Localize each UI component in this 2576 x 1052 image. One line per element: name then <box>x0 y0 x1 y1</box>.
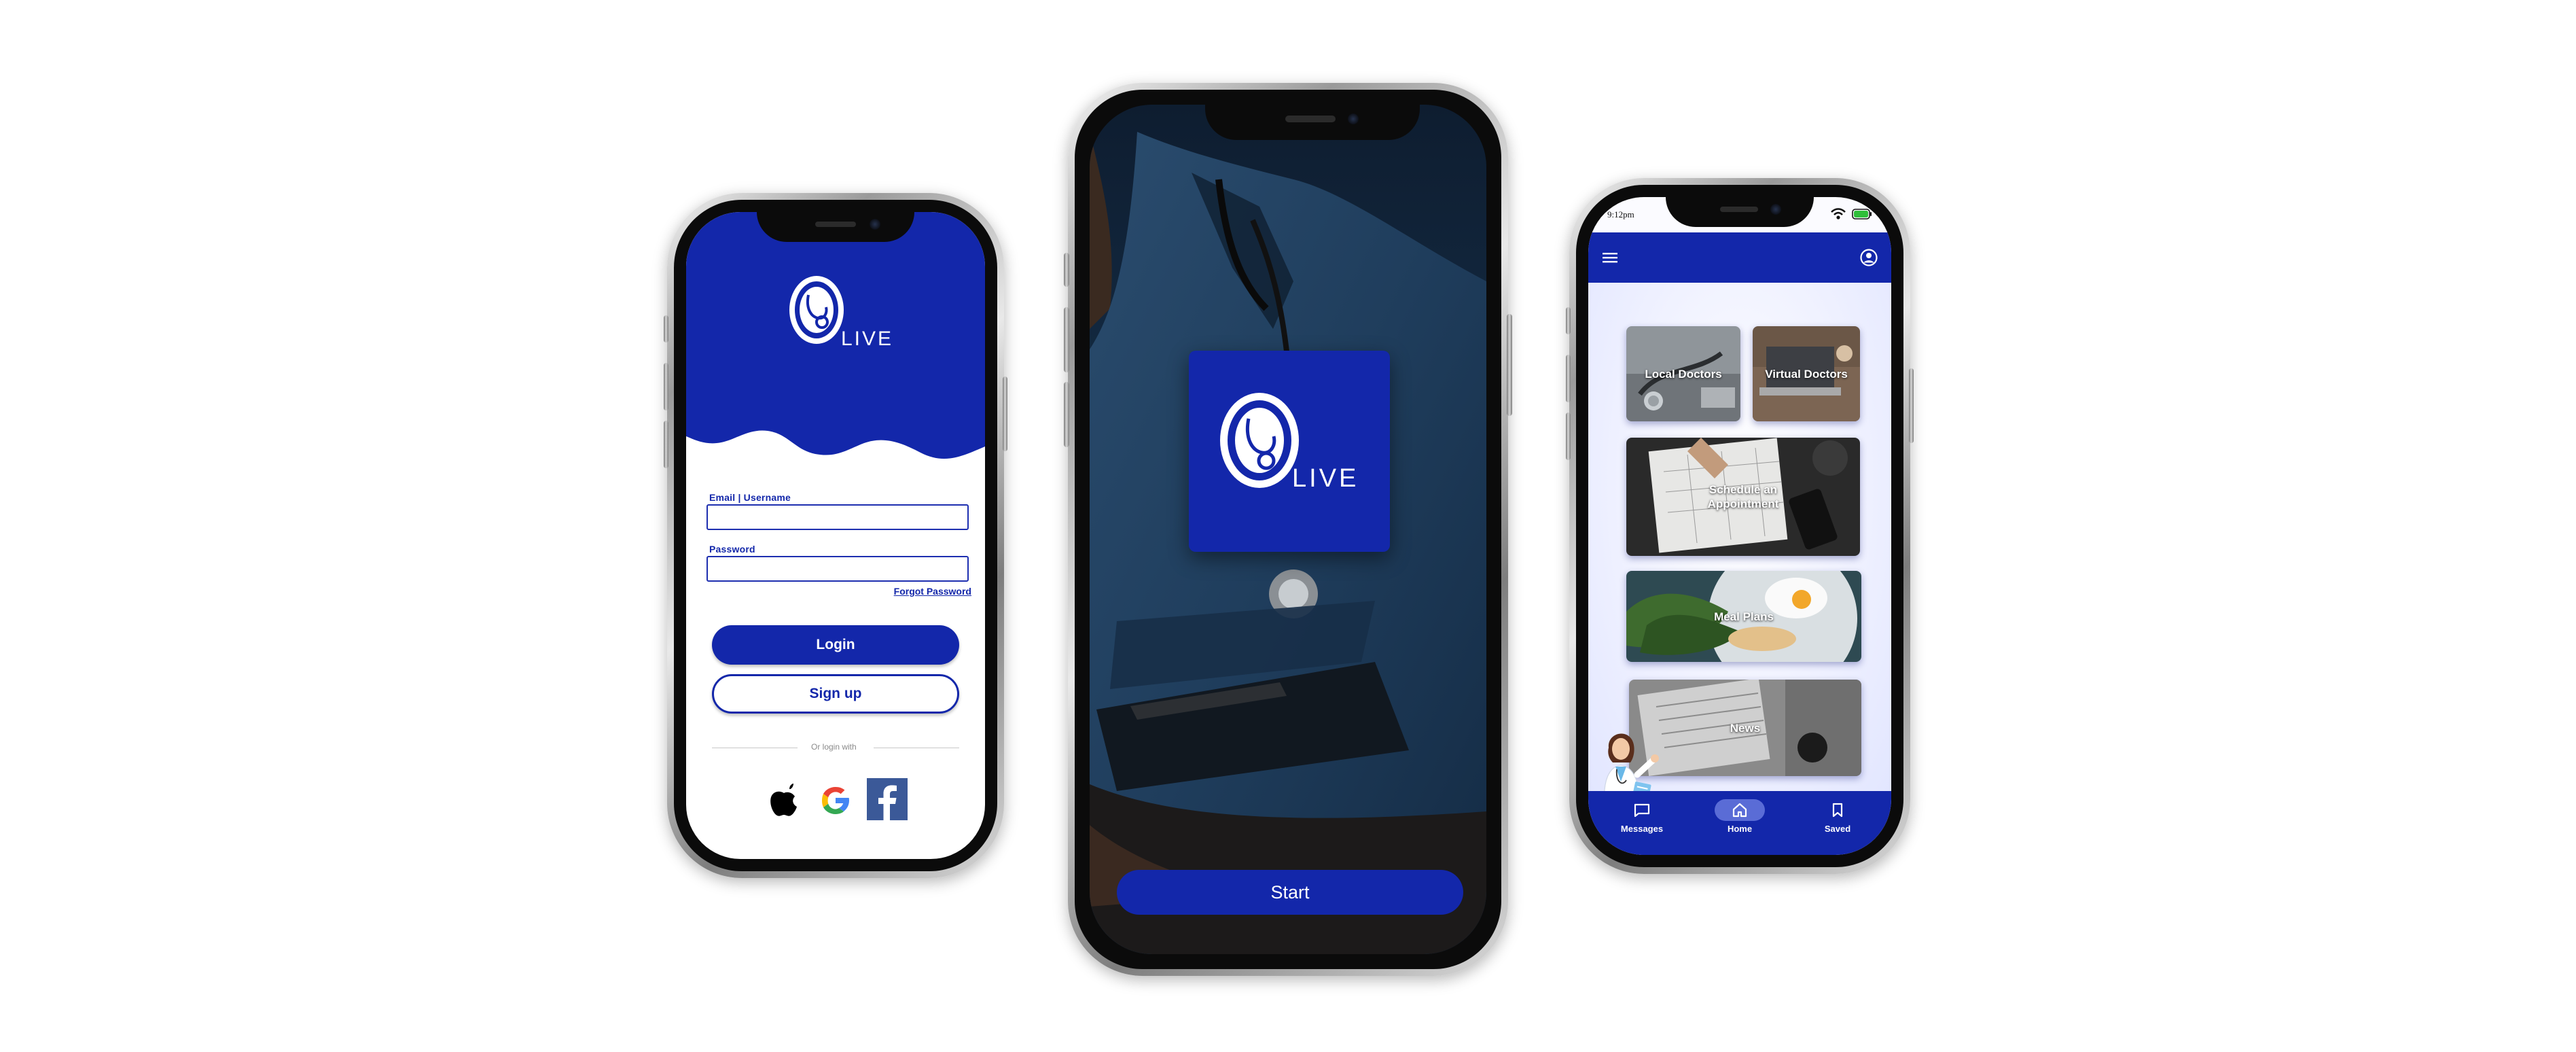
nav-icon-wrapper <box>1617 799 1667 821</box>
speaker-grille <box>815 222 856 227</box>
card-label: Virtual Doctors <box>1765 367 1848 381</box>
front-camera <box>870 219 880 230</box>
power-button <box>1003 376 1007 451</box>
password-label: Password <box>709 544 755 555</box>
chat-icon <box>1634 803 1650 818</box>
signup-button[interactable]: Sign up <box>712 674 959 714</box>
volume-up-button <box>1566 355 1571 402</box>
facebook-login-button[interactable] <box>867 778 908 820</box>
live-logo: LIVE <box>1220 393 1359 493</box>
or-login-with-text: Or login with <box>811 742 857 752</box>
nav-home[interactable]: Home <box>1709 799 1770 834</box>
hamburger-menu-icon <box>1603 253 1617 263</box>
account-circle-icon <box>1860 249 1878 266</box>
app-mockup-showcase: LIVE Email | Username Password Forgot Pa… <box>0 0 2576 1052</box>
card-schedule-appointment[interactable]: Schedule an Appointment <box>1626 438 1860 556</box>
nav-saved[interactable]: Saved <box>1807 799 1868 834</box>
nav-label: Messages <box>1620 824 1664 834</box>
profile-button[interactable] <box>1859 247 1879 268</box>
nav-label: Home <box>1727 824 1753 834</box>
splash-logo-tile: LIVE <box>1189 351 1390 552</box>
status-bar-icons <box>1830 208 1872 220</box>
home-icon <box>1732 803 1747 818</box>
nav-active-indicator <box>1715 799 1765 821</box>
volume-down-button <box>664 421 668 468</box>
power-button <box>1909 368 1914 443</box>
facebook-icon <box>867 778 908 820</box>
card-virtual-doctors[interactable]: Virtual Doctors <box>1753 326 1860 421</box>
apple-icon <box>770 784 797 816</box>
mute-switch <box>1566 307 1571 334</box>
apple-login-button[interactable] <box>764 780 804 821</box>
volume-up-button <box>1064 307 1069 372</box>
password-field[interactable] <box>706 556 969 582</box>
volume-up-button <box>664 363 668 410</box>
email-label: Email | Username <box>709 492 791 503</box>
card-local-doctors[interactable]: Local Doctors <box>1626 326 1740 421</box>
splash-phone: LIVE Start <box>1064 83 1512 976</box>
google-icon <box>822 787 849 814</box>
phone-notch <box>1205 105 1420 140</box>
phone-notch <box>1666 197 1814 227</box>
nav-messages[interactable]: Messages <box>1611 799 1672 834</box>
google-login-button[interactable] <box>815 780 856 821</box>
power-button <box>1507 314 1512 416</box>
login-screen: LIVE Email | Username Password Forgot Pa… <box>686 212 985 859</box>
nav-label: Saved <box>1824 824 1851 834</box>
bottom-navigation-bar: Messages Home Saved <box>1588 791 1891 855</box>
home-phone: 9:12pm Local Doctors Virtual Doctors Sch… <box>1566 178 1914 874</box>
card-label: News <box>1730 721 1761 735</box>
card-label: Meal Plans <box>1714 610 1774 623</box>
logo-wordmark: LIVE <box>1292 464 1359 493</box>
forgot-password-link[interactable]: Forgot Password <box>894 586 971 597</box>
status-bar-time: 9:12pm <box>1607 209 1634 220</box>
card-meal-plans[interactable]: Meal Plans <box>1626 571 1861 662</box>
front-camera <box>1348 113 1359 124</box>
login-button[interactable]: Login <box>712 625 959 665</box>
start-button[interactable]: Start <box>1117 870 1463 915</box>
home-screen: 9:12pm Local Doctors Virtual Doctors Sch… <box>1588 197 1891 855</box>
wifi-icon <box>1831 208 1846 220</box>
login-phone: LIVE Email | Username Password Forgot Pa… <box>664 193 1007 878</box>
live-logo: LIVE <box>789 276 893 350</box>
top-app-bar <box>1588 232 1891 283</box>
volume-down-button <box>1064 382 1069 447</box>
mute-switch <box>664 315 668 343</box>
logo-wordmark: LIVE <box>841 328 893 350</box>
splash-screen: LIVE Start <box>1090 105 1486 954</box>
nav-icon-wrapper <box>1812 799 1863 821</box>
volume-down-button <box>1566 413 1571 460</box>
card-label: Schedule an Appointment <box>1707 483 1779 510</box>
speaker-grille <box>1285 116 1336 122</box>
front-camera <box>1770 204 1781 215</box>
battery-icon <box>1852 209 1872 220</box>
bookmark-icon <box>1832 803 1843 818</box>
phone-notch <box>757 212 914 242</box>
card-label: Local Doctors <box>1645 367 1722 381</box>
menu-button[interactable] <box>1600 249 1620 266</box>
mute-switch <box>1064 253 1069 287</box>
email-field[interactable] <box>706 504 969 530</box>
speaker-grille <box>1720 207 1758 212</box>
